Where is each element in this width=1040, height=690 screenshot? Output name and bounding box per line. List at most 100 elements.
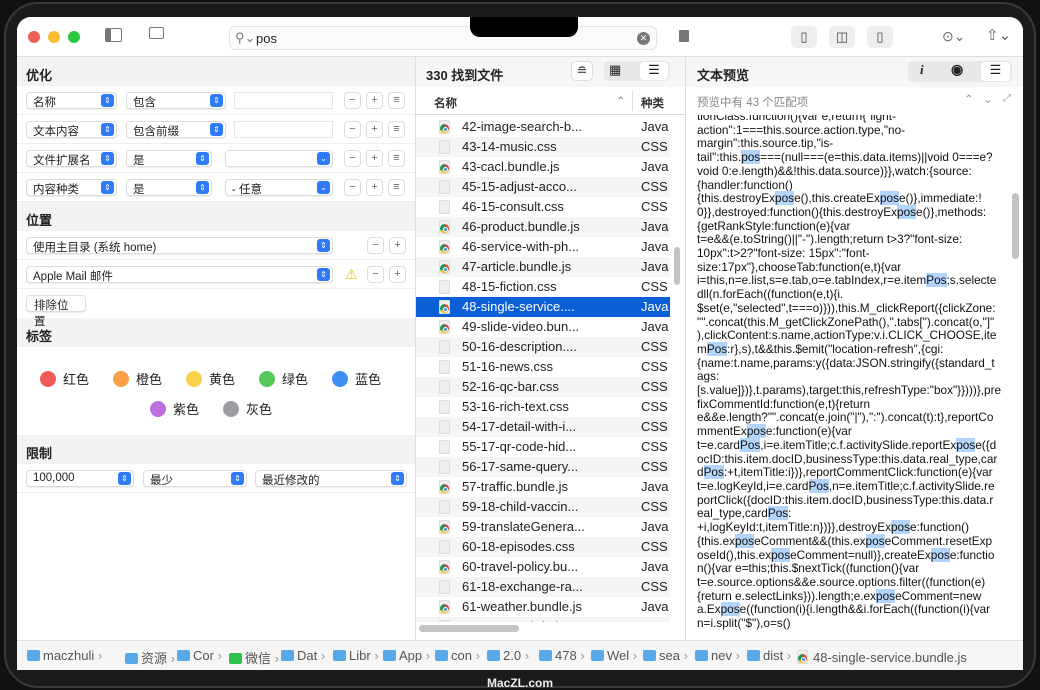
path-item[interactable]: nev ›	[695, 648, 740, 663]
file-row[interactable]: 63-account-info.bu...Java	[416, 617, 670, 622]
layout-center-button[interactable]: ◫	[829, 26, 855, 48]
path-item[interactable]: Wel ›	[591, 648, 637, 663]
file-row[interactable]: 47-article.bundle.js Java	[416, 257, 670, 277]
next-match-icon[interactable]: ⌄	[983, 92, 993, 106]
path-item[interactable]: Dat ›	[281, 648, 325, 663]
new-window-icon[interactable]	[149, 27, 164, 39]
filter-icon[interactable]: ≘	[571, 61, 593, 81]
file-row[interactable]: 59-18-child-vaccin... CSS	[416, 497, 670, 517]
path-item[interactable]: dist ›	[747, 648, 791, 663]
file-row[interactable]: 52-16-qc-bar.css CSS	[416, 377, 670, 397]
file-row[interactable]: 61-weather.bundle.js Java	[416, 597, 670, 617]
path-item[interactable]: con ›	[435, 648, 480, 663]
exclude-location-button[interactable]: 排除位置	[26, 295, 86, 328]
vertical-scrollbar[interactable]	[674, 247, 680, 285]
more-options-icon[interactable]: ⊙⌄	[942, 28, 965, 45]
add-location-button[interactable]: +	[389, 266, 406, 283]
path-item[interactable]: 2.0 ›	[487, 648, 529, 663]
path-item[interactable]: 478 ›	[539, 648, 585, 663]
remove-location-button[interactable]: −	[367, 237, 384, 254]
minimize-button[interactable]	[48, 31, 60, 43]
column-kind[interactable]: 种类	[641, 95, 664, 111]
preview-scrollbar[interactable]	[1012, 193, 1019, 259]
stop-icon[interactable]	[679, 30, 689, 42]
add-location-button[interactable]: +	[389, 237, 406, 254]
value-popup[interactable]: - 任意 ⌄	[225, 179, 333, 196]
share-icon[interactable]: ⇧⌄	[986, 26, 1011, 44]
close-button[interactable]	[28, 31, 40, 43]
file-row[interactable]: 60-18-episodes.css CSS	[416, 537, 670, 557]
remove-location-button[interactable]: −	[367, 266, 384, 283]
criterion-options-button[interactable]: ≡	[388, 179, 405, 196]
search-icon[interactable]: ⚲⌄	[235, 30, 255, 46]
file-row[interactable]: 61-18-exchange-ra... CSS	[416, 577, 670, 597]
operator-popup[interactable]: 是 ⇕	[126, 150, 212, 167]
file-row[interactable]: 48-single-service.... Java	[416, 297, 670, 317]
criterion-options-button[interactable]: ≡	[388, 150, 405, 167]
add-criterion-button[interactable]: +	[366, 150, 383, 167]
limit-sort-popup[interactable]: 最近修改的 ⇕	[255, 470, 407, 487]
expand-icon[interactable]: ⤢	[1003, 93, 1011, 104]
operator-popup[interactable]: 是 ⇕	[126, 179, 212, 196]
horizontal-scrollbar[interactable]	[419, 625, 519, 632]
file-row[interactable]: 57-traffic.bundle.js Java	[416, 477, 670, 497]
eye-icon[interactable]: ◉	[951, 61, 963, 78]
previous-match-icon[interactable]: ⌃	[964, 92, 974, 106]
value-popup[interactable]: ⌄	[225, 150, 333, 167]
file-row[interactable]: 45-15-adjust-acco... CSS	[416, 177, 670, 197]
remove-criterion-button[interactable]: −	[344, 179, 361, 196]
path-item[interactable]: sea ›	[643, 648, 688, 663]
file-row[interactable]: 48-15-fiction.css CSS	[416, 277, 670, 297]
file-row[interactable]: 49-slide-video.bun... Java	[416, 317, 670, 337]
criterion-options-button[interactable]: ≡	[388, 121, 405, 138]
value-input[interactable]	[234, 92, 333, 109]
location-popup[interactable]: 使用主目录 (系统 home) ⇕	[26, 237, 333, 254]
attribute-popup[interactable]: 内容种类 ⇕	[26, 179, 117, 196]
tag-0[interactable]: 红色	[40, 369, 89, 388]
limit-count-popup[interactable]: 100,000 ⇕	[26, 470, 134, 487]
sidebar-toggle-icon[interactable]	[105, 28, 122, 42]
file-row[interactable]: 43-14-music.css CSS	[416, 137, 670, 157]
operator-popup[interactable]: 包含 ⇕	[126, 92, 226, 109]
remove-criterion-button[interactable]: −	[344, 121, 361, 138]
tag-2[interactable]: 黄色	[186, 369, 235, 388]
path-item[interactable]: maczhuli ›	[27, 648, 102, 663]
operator-popup[interactable]: 包含前缀 ⇕	[126, 121, 226, 138]
file-row[interactable]: 54-17-detail-with-i... CSS	[416, 417, 670, 437]
file-row[interactable]: 51-16-news.css CSS	[416, 357, 670, 377]
path-item[interactable]: App ›	[383, 648, 430, 663]
path-item[interactable]: 48-single-service.bundle.js	[797, 648, 967, 665]
grid-view-icon[interactable]: ▦	[609, 62, 621, 78]
tag-3[interactable]: 绿色	[259, 369, 308, 388]
file-row[interactable]: 42-image-search-b... Java	[416, 117, 670, 137]
add-criterion-button[interactable]: +	[366, 92, 383, 109]
file-row[interactable]: 50-16-description.... CSS	[416, 337, 670, 357]
list-view-icon[interactable]: ☰	[640, 62, 668, 80]
file-row[interactable]: 46-15-consult.css CSS	[416, 197, 670, 217]
tag-6[interactable]: 灰色	[223, 399, 272, 418]
path-item[interactable]: Cor ›	[177, 648, 222, 663]
path-item[interactable]: 资源 ›	[125, 648, 175, 667]
file-row[interactable]: 46-service-with-ph... Java	[416, 237, 670, 257]
limit-order-popup[interactable]: 最少 ⇕	[143, 470, 247, 487]
file-row[interactable]: 55-17-qr-code-hid... CSS	[416, 437, 670, 457]
add-criterion-button[interactable]: +	[366, 121, 383, 138]
add-criterion-button[interactable]: +	[366, 179, 383, 196]
file-row[interactable]: 60-travel-policy.bu... Java	[416, 557, 670, 577]
file-row[interactable]: 59-translateGenera... Java	[416, 517, 670, 537]
criterion-options-button[interactable]: ≡	[388, 92, 405, 109]
attribute-popup[interactable]: 文件扩展名 ⇕	[26, 150, 117, 167]
column-name[interactable]: 名称	[434, 95, 457, 111]
path-item[interactable]: 微信 ›	[229, 648, 279, 667]
column-divider[interactable]	[632, 91, 633, 111]
info-icon[interactable]: i	[920, 62, 924, 78]
value-input[interactable]	[234, 121, 333, 138]
search-input[interactable]: pos	[256, 31, 277, 46]
clear-search-icon[interactable]: ✕	[637, 32, 650, 45]
remove-criterion-button[interactable]: −	[344, 150, 361, 167]
layout-right-button[interactable]: ▯	[867, 26, 893, 48]
file-row[interactable]: 53-16-rich-text.css CSS	[416, 397, 670, 417]
tag-4[interactable]: 蓝色	[332, 369, 381, 388]
text-view-icon[interactable]: ☰	[981, 62, 1010, 81]
file-row[interactable]: 46-product.bundle.js Java	[416, 217, 670, 237]
